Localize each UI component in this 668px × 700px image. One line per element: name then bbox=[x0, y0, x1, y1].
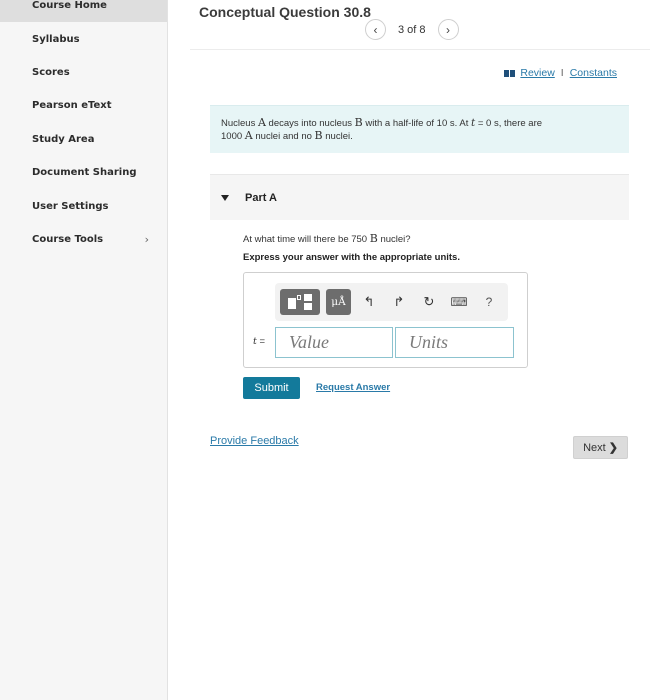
chevron-right-icon: ❯ bbox=[608, 442, 618, 454]
caret-down-icon bbox=[221, 194, 229, 201]
sidebar-item-course-tools[interactable]: Course Tools › bbox=[0, 223, 167, 256]
sidebar-item-study-area[interactable]: Study Area bbox=[0, 123, 167, 156]
previous-question-button[interactable]: ‹ bbox=[365, 19, 386, 40]
part-label: Part A bbox=[245, 191, 277, 204]
answer-label: t = bbox=[253, 336, 265, 347]
units-input[interactable] bbox=[395, 327, 514, 358]
submit-button[interactable]: Submit bbox=[243, 377, 300, 399]
sidebar-item-course-home[interactable]: Course Home bbox=[0, 0, 167, 22]
undo-icon[interactable]: ↰ bbox=[357, 294, 381, 310]
units-icon: μÅ bbox=[331, 296, 346, 308]
sidebar-item-label: Course Home bbox=[32, 0, 107, 11]
math-toolbar: μÅ ↰ ↱ ↻ ⌨ ? bbox=[275, 283, 508, 321]
book-icon bbox=[504, 69, 516, 77]
question-text: At what time will there be 750 B nuclei? bbox=[243, 232, 411, 245]
sidebar-item-syllabus[interactable]: Syllabus bbox=[0, 23, 167, 56]
problem-text: decays into nucleus bbox=[265, 118, 355, 129]
problem-text: = 0 s, there are bbox=[475, 118, 543, 129]
reset-icon[interactable]: ↻ bbox=[417, 294, 441, 310]
sidebar-item-label: User Settings bbox=[32, 201, 109, 212]
problem-text: 1000 bbox=[221, 131, 245, 142]
pager-position: 3 of 8 bbox=[398, 23, 426, 36]
sidebar-item-user-settings[interactable]: User Settings bbox=[0, 190, 167, 223]
keyboard-icon[interactable]: ⌨ bbox=[447, 295, 471, 309]
request-answer-link[interactable]: Request Answer bbox=[316, 382, 390, 393]
question-text-part: nuclei? bbox=[377, 234, 411, 245]
answer-box: μÅ ↰ ↱ ↻ ⌨ ? t = bbox=[243, 272, 528, 368]
question-text-part: At what time will there be 750 bbox=[243, 234, 370, 245]
constants-link[interactable]: Constants bbox=[570, 67, 617, 79]
review-link[interactable]: Review bbox=[520, 67, 554, 79]
resource-links: Review I Constants bbox=[504, 67, 617, 79]
sidebar-nav: Course Home Syllabus Scores Pearson eTex… bbox=[0, 0, 168, 700]
part-a-toggle[interactable]: Part A bbox=[210, 174, 629, 220]
sidebar-item-label: Pearson eText bbox=[32, 100, 112, 111]
sidebar-item-label: Study Area bbox=[32, 134, 95, 145]
math-symbol: A bbox=[257, 116, 266, 129]
math-symbol: B bbox=[314, 129, 323, 142]
sidebar-item-label: Course Tools bbox=[32, 234, 104, 245]
sidebar-item-label: Syllabus bbox=[32, 34, 80, 45]
provide-feedback-link[interactable]: Provide Feedback bbox=[210, 435, 299, 447]
problem-text: nuclei. bbox=[322, 131, 353, 142]
value-input[interactable] bbox=[275, 327, 393, 358]
link-separator: I bbox=[560, 67, 564, 79]
units-button[interactable]: μÅ bbox=[326, 289, 351, 315]
question-pager: ‹ 3 of 8 › bbox=[365, 19, 459, 40]
sidebar-item-label: Document Sharing bbox=[32, 167, 137, 178]
math-symbol: B bbox=[369, 232, 378, 245]
next-question-button[interactable]: › bbox=[437, 19, 459, 40]
problem-text: Nucleus bbox=[221, 118, 258, 129]
answer-instruction: Express your answer with the appropriate… bbox=[243, 252, 460, 263]
page-title: Conceptual Question 30.8 bbox=[199, 4, 371, 20]
chevron-left-icon: ‹ bbox=[373, 22, 378, 37]
problem-text: nuclei and no bbox=[252, 131, 315, 142]
equals-sign: = bbox=[256, 336, 266, 347]
next-label: Next bbox=[583, 441, 606, 454]
chevron-right-icon: › bbox=[446, 22, 451, 37]
help-icon[interactable]: ? bbox=[477, 295, 501, 309]
sidebar-item-document-sharing[interactable]: Document Sharing bbox=[0, 156, 167, 189]
sidebar-item-scores[interactable]: Scores bbox=[0, 56, 167, 89]
sidebar-item-label: Scores bbox=[32, 67, 70, 78]
sidebar-item-pearson-etext[interactable]: Pearson eText bbox=[0, 89, 167, 122]
redo-icon[interactable]: ↱ bbox=[387, 294, 411, 310]
problem-statement: Nucleus A decays into nucleus B with a h… bbox=[210, 105, 629, 153]
math-symbol: B bbox=[354, 116, 363, 129]
math-symbol: A bbox=[244, 129, 253, 142]
header-divider bbox=[190, 49, 650, 50]
problem-text: with a half-life of 10 s. At bbox=[362, 118, 471, 129]
chevron-right-icon: › bbox=[144, 233, 149, 246]
templates-button[interactable] bbox=[280, 289, 320, 315]
next-button[interactable]: Next ❯ bbox=[573, 436, 628, 459]
